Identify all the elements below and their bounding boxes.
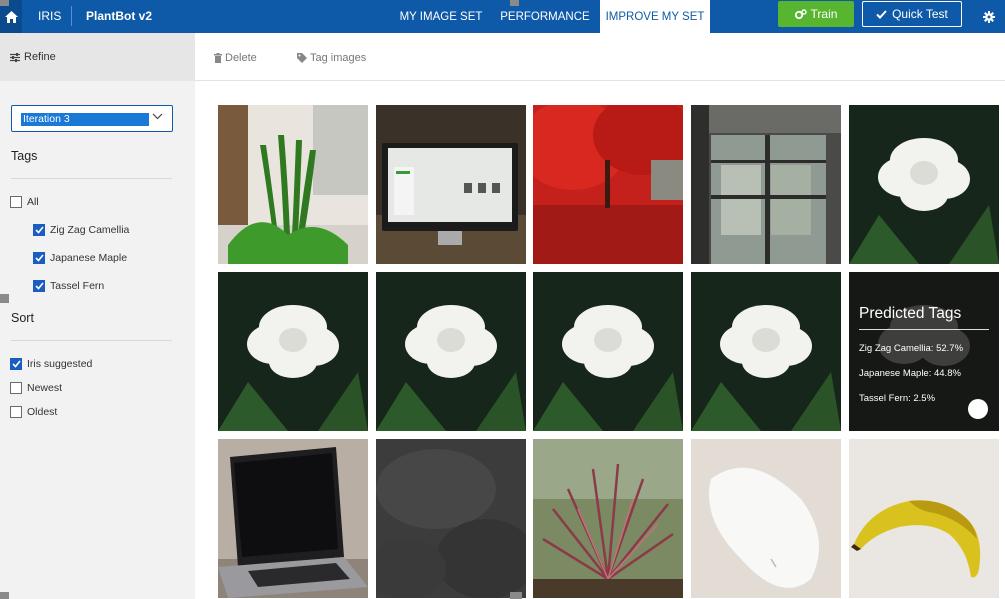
checkbox[interactable]	[33, 224, 45, 236]
tag-images-label: Tag images	[310, 52, 367, 64]
train-label: Train	[810, 7, 838, 21]
plant-photo	[218, 105, 368, 264]
brand-divider	[71, 6, 72, 26]
checkbox[interactable]	[10, 406, 22, 418]
spiky-plant-photo	[533, 439, 683, 598]
image-tile-spiky-plant[interactable]	[533, 439, 683, 598]
check-icon	[34, 282, 44, 290]
tag-filter-all[interactable]: All	[10, 196, 39, 208]
resize-handle[interactable]	[510, 592, 522, 599]
tag-filter-label: Tassel Fern	[50, 280, 105, 292]
predicted-tags-overlay: Predicted Tags Zig Zag Camellia: 52.7% J…	[849, 272, 999, 431]
select-image-toggle[interactable]	[968, 399, 988, 419]
laptop-photo	[218, 439, 368, 598]
checkbox[interactable]	[33, 280, 45, 292]
quick-test-label: Quick Test	[892, 7, 948, 21]
image-tile-banana[interactable]	[849, 439, 999, 598]
filter-sidebar: Refine Iteration 3 Tags All Zig Zag Came…	[0, 33, 195, 599]
top-nav-bar: IRIS PlantBot v2 MY IMAGE SET PERFORMANC…	[0, 0, 1005, 33]
divider	[11, 340, 172, 341]
check-icon	[11, 360, 21, 368]
tag-filter-zig-zag-camellia[interactable]: Zig Zag Camellia	[33, 224, 129, 236]
checkbox[interactable]	[10, 196, 22, 208]
gardenia-photo	[533, 272, 683, 431]
tag-filter-label: All	[27, 196, 39, 208]
tag-icon	[297, 53, 307, 63]
resize-handle[interactable]	[0, 592, 9, 599]
image-tile-computer-mouse[interactable]	[691, 439, 841, 598]
gears-icon	[794, 8, 807, 19]
iteration-value: Iteration 3	[21, 113, 149, 126]
sort-option-label: Newest	[27, 382, 63, 394]
tag-images-button[interactable]: Tag images	[297, 52, 366, 64]
sort-option-label: Iris suggested	[27, 358, 93, 370]
checkbox[interactable]	[33, 252, 45, 264]
refine-toggle[interactable]: Refine	[0, 33, 195, 81]
tab-my-image-set[interactable]: MY IMAGE SET	[396, 0, 486, 33]
home-icon	[4, 10, 18, 23]
tag-filter-japanese-maple[interactable]: Japanese Maple	[33, 252, 127, 264]
trash-icon	[214, 53, 222, 63]
check-icon	[34, 254, 44, 262]
tag-filter-label: Japanese Maple	[50, 252, 128, 264]
window-photo	[691, 105, 841, 264]
gardenia-photo	[218, 272, 368, 431]
image-tile-predicted[interactable]: Predicted Tags Zig Zag Camellia: 52.7% J…	[849, 272, 999, 431]
gardenia-photo	[691, 272, 841, 431]
image-tile-white-gardenia[interactable]	[849, 105, 999, 264]
sort-option-iris-suggested[interactable]: Iris suggested	[10, 358, 92, 370]
image-tile-dark-texture[interactable]	[376, 439, 526, 598]
checkbox[interactable]	[10, 358, 22, 370]
image-tile-white-gardenia[interactable]	[376, 272, 526, 431]
gardenia-photo	[849, 105, 999, 264]
banana-photo	[849, 439, 999, 598]
quick-test-button[interactable]: Quick Test	[862, 1, 962, 27]
refine-label: Refine	[24, 51, 56, 63]
divider	[11, 178, 172, 179]
resize-handle[interactable]	[0, 0, 9, 6]
image-tile-plant-in-pot[interactable]	[218, 105, 368, 264]
image-tile-window[interactable]	[691, 105, 841, 264]
resize-handle[interactable]	[510, 0, 519, 6]
image-tile-laptop[interactable]	[218, 439, 368, 598]
image-tile-red-maple-tree[interactable]	[533, 105, 683, 264]
action-toolbar: Delete Tag images	[195, 33, 1005, 81]
mouse-photo	[691, 439, 841, 598]
predicted-tags-title: Predicted Tags	[859, 305, 989, 330]
tag-filter-label: Zig Zag Camellia	[50, 224, 130, 236]
sliders-icon	[10, 52, 20, 62]
image-tile-white-gardenia[interactable]	[218, 272, 368, 431]
brand-name[interactable]: IRIS	[38, 9, 61, 23]
predicted-tag-line: Japanese Maple: 44.8%	[859, 368, 961, 379]
resize-handle[interactable]	[0, 294, 9, 303]
chevron-down-icon	[152, 113, 163, 120]
gardenia-photo	[376, 272, 526, 431]
monitor-photo	[376, 105, 526, 264]
image-tile-white-gardenia[interactable]	[691, 272, 841, 431]
sort-option-oldest[interactable]: Oldest	[10, 406, 57, 418]
image-tile-white-gardenia[interactable]	[533, 272, 683, 431]
iteration-select[interactable]: Iteration 3	[11, 105, 173, 132]
maple-photo	[533, 105, 683, 264]
texture-photo	[376, 439, 526, 598]
project-name[interactable]: PlantBot v2	[86, 9, 152, 23]
check-icon	[876, 9, 887, 19]
predicted-tag-line: Zig Zag Camellia: 52.7%	[859, 343, 964, 354]
image-tile-computer-monitor[interactable]	[376, 105, 526, 264]
tags-heading: Tags	[11, 149, 38, 163]
sort-option-newest[interactable]: Newest	[10, 382, 62, 394]
sort-option-label: Oldest	[27, 406, 58, 418]
gear-icon	[983, 11, 995, 23]
sort-heading: Sort	[11, 311, 34, 325]
tab-improve-my-set[interactable]: IMPROVE MY SET	[600, 0, 710, 33]
delete-label: Delete	[225, 52, 257, 64]
checkbox[interactable]	[10, 382, 22, 394]
check-icon	[34, 226, 44, 234]
train-button[interactable]: Train	[778, 1, 854, 27]
tag-filter-tassel-fern[interactable]: Tassel Fern	[33, 280, 104, 292]
delete-button[interactable]: Delete	[214, 52, 257, 64]
settings-button[interactable]	[980, 8, 998, 26]
